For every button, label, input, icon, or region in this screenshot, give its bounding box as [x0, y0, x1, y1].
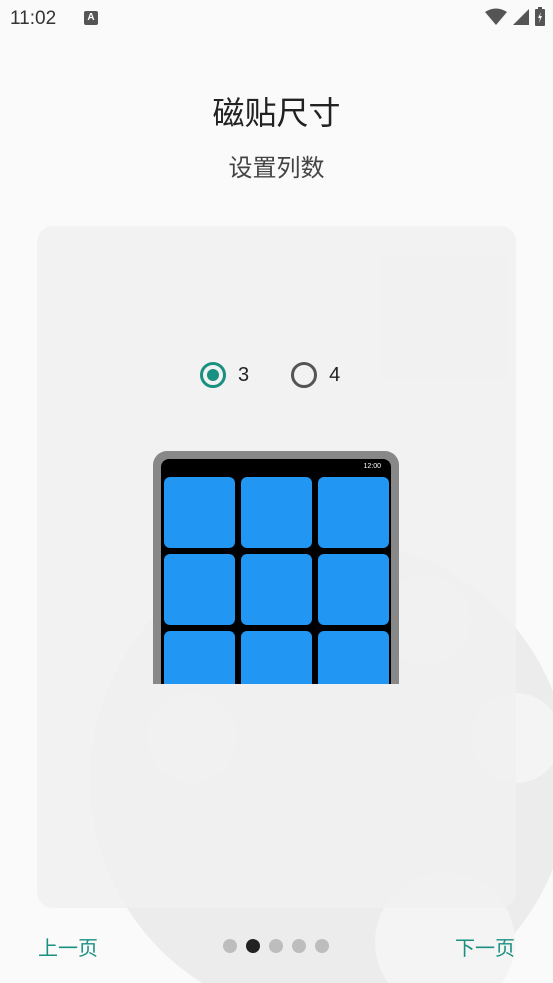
- page-title: 磁贴尺寸: [212, 94, 341, 132]
- phone-preview-screen: 12:00: [161, 459, 391, 684]
- preview-tile: [318, 631, 389, 684]
- page-dot: [315, 939, 329, 953]
- status-bar: 11:02 A: [0, 0, 553, 38]
- radio-option-4[interactable]: 4: [291, 362, 340, 388]
- page-indicator: [223, 939, 329, 953]
- signal-icon: [513, 8, 529, 25]
- previous-page-button[interactable]: 上一页: [38, 932, 98, 961]
- radio-button-unchecked[interactable]: [291, 362, 318, 388]
- preview-tile: [164, 554, 235, 625]
- notification-app-icon: A: [84, 11, 98, 25]
- wifi-icon: [485, 8, 507, 25]
- next-page-button[interactable]: 下一页: [455, 932, 515, 961]
- radio-option-3[interactable]: 3: [200, 362, 249, 388]
- page-dot: [292, 939, 306, 953]
- page-dot-active: [246, 939, 260, 953]
- preview-tile: [318, 554, 389, 625]
- page-subtitle: 设置列数: [228, 154, 325, 182]
- phone-preview: 12:00: [153, 451, 399, 684]
- status-time: 11:02: [10, 8, 57, 29]
- preview-tile: [164, 631, 235, 684]
- preview-tile: [241, 477, 312, 548]
- battery-icon: [535, 7, 545, 26]
- preview-time: 12:00: [363, 463, 381, 470]
- preview-tile: [318, 477, 389, 548]
- page-dot: [223, 939, 237, 953]
- preview-tile: [241, 554, 312, 625]
- radio-label: 3: [238, 363, 250, 386]
- radio-label: 4: [329, 363, 341, 386]
- column-count-radio-group: 3 4: [200, 362, 382, 388]
- radio-button-checked[interactable]: [200, 362, 226, 388]
- preview-tile: [241, 631, 312, 684]
- preview-tile: [164, 477, 235, 548]
- page-dot: [269, 939, 283, 953]
